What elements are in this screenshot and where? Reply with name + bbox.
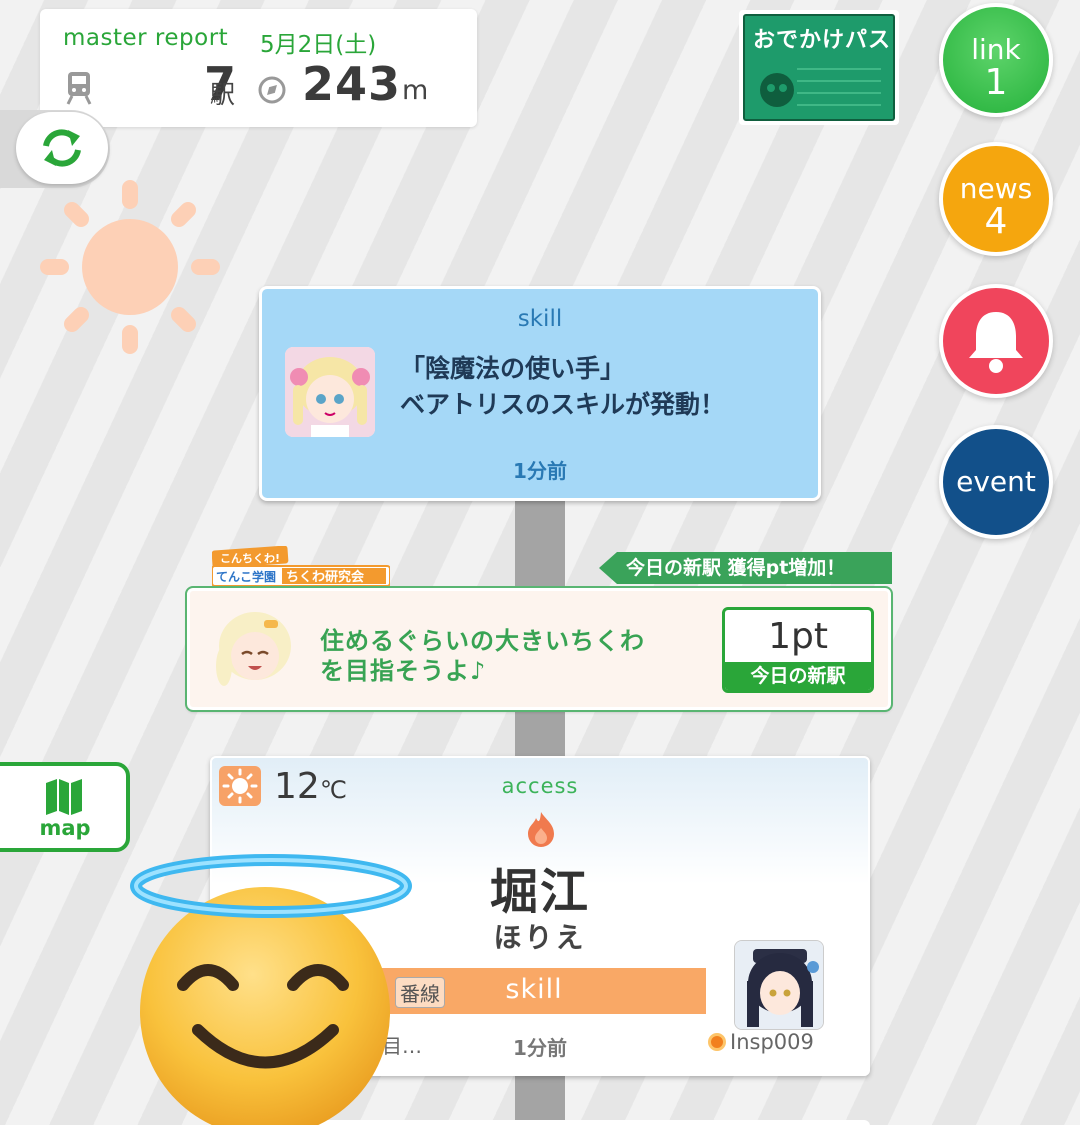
smiling-halo-emoji — [130, 854, 412, 1125]
svg-text:ちくわ研究会: ちくわ研究会 — [286, 569, 365, 585]
skill-time: 1分前 — [513, 459, 567, 483]
compass-icon — [258, 76, 286, 104]
link-label: link — [971, 33, 1021, 66]
distance-value: 243 — [302, 57, 402, 111]
access-header: access — [501, 774, 579, 798]
report-date: 5月2日(土) — [260, 32, 377, 58]
pass-mascot-icon — [760, 68, 881, 107]
bell-icon — [969, 312, 1023, 373]
event-label: event — [956, 465, 1036, 498]
chikuwa-quest-card[interactable]: 住めるぐらいの大きいちくわ を目指そうよ♪ 1pt 今日の新駅 — [185, 586, 893, 712]
station-unit: 駅 — [210, 80, 236, 109]
chikuwa-club-logo: こんちくわ! てんこ学園 ちくわ研究会 — [212, 546, 390, 587]
skill-notification-card[interactable]: skill 「陰魔法の使い手」 ベアトリスのスキルが発動！ 1分前 — [259, 286, 821, 501]
user-name: Insp009 — [708, 1030, 814, 1054]
report-title: master report — [63, 25, 229, 51]
sun-icon — [40, 180, 220, 354]
svg-text:こんちくわ!: こんちくわ! — [220, 552, 280, 565]
refresh-icon — [43, 129, 81, 167]
notification-button[interactable] — [939, 284, 1053, 398]
points-label: 今日の新駅 — [725, 662, 871, 690]
quest-text-line2: を目指そうよ♪ — [320, 657, 487, 685]
refresh-button[interactable] — [16, 112, 108, 184]
news-label: news — [959, 172, 1033, 205]
skill-name: 「陰魔法の使い手」 — [400, 354, 626, 383]
map-label: map — [39, 816, 91, 840]
fire-icon — [528, 812, 554, 847]
beatrice-avatar — [285, 347, 375, 437]
link-count: 1 — [984, 62, 1008, 103]
distance-unit: m — [402, 75, 429, 106]
news-count: 4 — [984, 201, 1008, 242]
character-avatar — [212, 606, 298, 692]
user-character-avatar — [734, 940, 824, 1030]
event-button[interactable]: event — [939, 425, 1053, 539]
odekake-pass-button[interactable]: おでかけパス — [739, 10, 899, 125]
svg-text:てんこ学園: てんこ学園 — [216, 569, 276, 584]
map-icon — [46, 779, 82, 815]
new-station-banner-text: 今日の新駅 獲得pt増加！ — [626, 557, 846, 579]
skill-card-header: skill — [517, 306, 563, 332]
points-value: 1pt — [768, 616, 828, 657]
link-button[interactable]: link 1 — [939, 3, 1053, 117]
news-button[interactable]: news 4 — [939, 142, 1053, 256]
points-box: 1pt 今日の新駅 — [722, 607, 874, 693]
skill-message: ベアトリスのスキルが発動！ — [400, 390, 726, 419]
train-icon — [66, 72, 92, 105]
user-name-text: Insp009 — [730, 1030, 814, 1054]
map-button[interactable]: map — [0, 762, 130, 852]
user-rank-icon — [708, 1033, 726, 1051]
master-report-panel[interactable]: master report 5月2日(土) 7 駅 243 m — [40, 9, 477, 127]
